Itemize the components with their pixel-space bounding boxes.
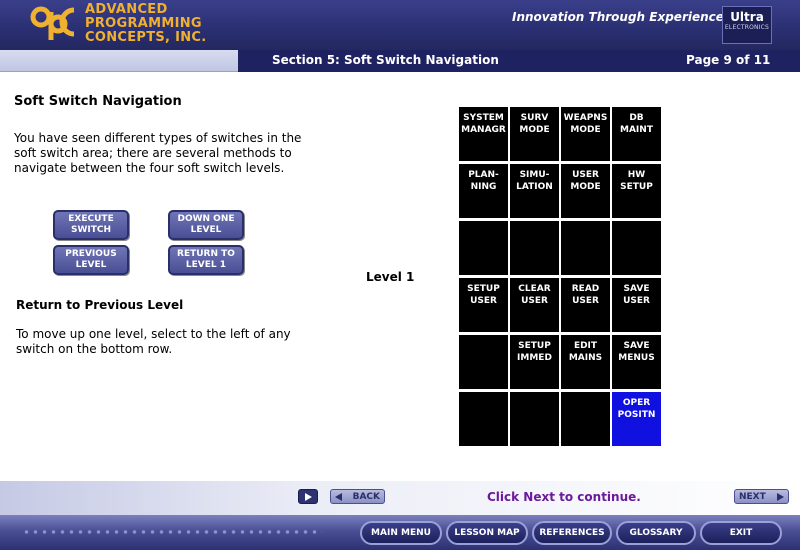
soft-switch-18[interactable]: EDIT MAINS (561, 335, 610, 389)
ultra-logo-title: Ultra (730, 10, 764, 24)
soft-switch-11[interactable] (612, 221, 661, 275)
soft-switch-7[interactable]: HW SETUP (612, 164, 661, 218)
glossary-button[interactable]: GLOSSARY (616, 521, 696, 545)
soft-switch-22[interactable] (561, 392, 610, 446)
next-label: NEXT (739, 491, 766, 502)
main-menu-button[interactable]: MAIN MENU (360, 521, 442, 545)
company-name-line-1: ADVANCED (85, 2, 168, 17)
next-button[interactable]: NEXT (734, 489, 789, 504)
section-title: Section 5: Soft Switch Navigation (272, 53, 499, 67)
subsection-text: To move up one level, select to the left… (16, 327, 291, 356)
decorative-dots (22, 528, 322, 536)
company-name-line-3: CONCEPTS, INC. (85, 30, 207, 45)
soft-switch-14[interactable]: READ USER (561, 278, 610, 332)
soft-switch-15[interactable]: SAVE USER (612, 278, 661, 332)
execute-switch-button[interactable]: EXECUTE SWITCH (53, 210, 129, 240)
apc-logo-icon (30, 6, 75, 40)
exit-button[interactable]: EXIT (700, 521, 782, 545)
soft-switch-0[interactable]: SYSTEM MANAGR (459, 107, 508, 161)
soft-switch-21[interactable] (510, 392, 559, 446)
ultra-electronics-logo: Ultra ELECTRONICS (722, 6, 772, 44)
soft-switch-17[interactable]: SETUP IMMED (510, 335, 559, 389)
down-one-level-button[interactable]: DOWN ONE LEVEL (168, 210, 244, 240)
previous-level-button[interactable]: PREVIOUS LEVEL (53, 245, 129, 275)
soft-switch-12[interactable]: SETUP USER (459, 278, 508, 332)
references-button[interactable]: REFERENCES (532, 521, 612, 545)
company-name: ADVANCED PROGRAMMING CONCEPTS, INC. (85, 3, 207, 45)
soft-switch-6[interactable]: USER MODE (561, 164, 610, 218)
soft-switch-9[interactable] (510, 221, 559, 275)
soft-switch-23[interactable]: OPER POSITN (612, 392, 661, 446)
soft-switch-10[interactable] (561, 221, 610, 275)
soft-switch-16[interactable] (459, 335, 508, 389)
back-arrow-icon (335, 493, 342, 501)
soft-switch-5[interactable]: SIMU- LATION (510, 164, 559, 218)
subsection-title: Return to Previous Level (16, 298, 184, 312)
soft-switch-19[interactable]: SAVE MENUS (612, 335, 661, 389)
header-banner: ADVANCED PROGRAMMING CONCEPTS, INC. Inno… (0, 0, 800, 50)
company-name-line-2: PROGRAMMING (85, 16, 202, 31)
replay-button[interactable] (298, 489, 318, 504)
soft-switch-2[interactable]: WEAPNS MODE (561, 107, 610, 161)
continue-prompt: Click Next to continue. (487, 490, 641, 504)
soft-switch-8[interactable] (459, 221, 508, 275)
next-arrow-icon (777, 493, 784, 501)
lesson-map-button[interactable]: LESSON MAP (446, 521, 528, 545)
soft-switch-3[interactable]: DB MAINT (612, 107, 661, 161)
section-bar: Section 5: Soft Switch Navigation Page 9… (0, 50, 800, 72)
soft-switch-20[interactable] (459, 392, 508, 446)
ultra-logo-sub: ELECTRONICS (724, 24, 770, 31)
back-label: BACK (352, 491, 380, 502)
soft-switch-1[interactable]: SURV MODE (510, 107, 559, 161)
soft-switch-4[interactable]: PLAN- NING (459, 164, 508, 218)
level-label: Level 1 (366, 270, 415, 284)
soft-switch-13[interactable]: CLEAR USER (510, 278, 559, 332)
page-title: Soft Switch Navigation (14, 94, 182, 109)
page-indicator: Page 9 of 11 (686, 53, 771, 67)
back-button[interactable]: BACK (330, 489, 385, 504)
tagline: Innovation Through Experience (512, 10, 724, 24)
soft-switch-grid: SYSTEM MANAGR SURV MODE WEAPNS MODE DB MAIN… (459, 107, 663, 446)
return-to-level-1-button[interactable]: RETURN TO LEVEL 1 (168, 245, 244, 275)
intro-text: You have seen different types of switche… (14, 131, 302, 175)
footer-nav-bar (0, 481, 800, 515)
